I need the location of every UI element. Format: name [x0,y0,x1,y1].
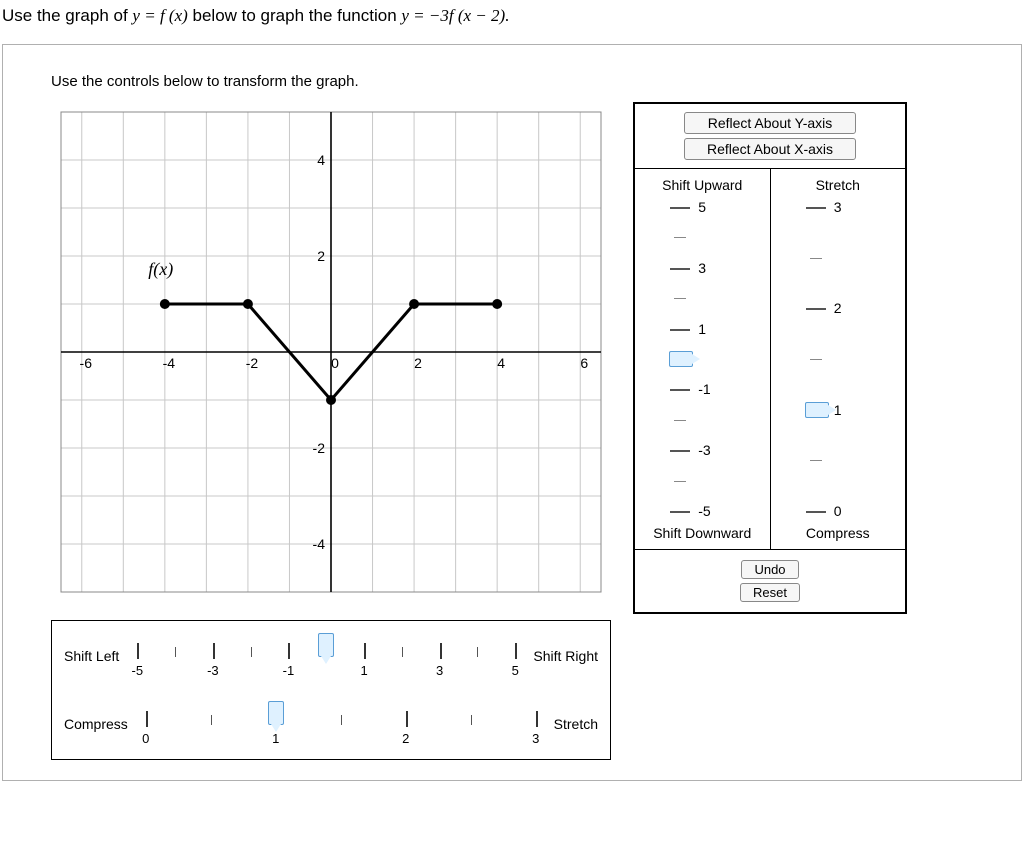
shift-horizontal-slider[interactable]: -5-3-1135 [131,635,521,677]
reflect-x-button[interactable]: Reflect About X-axis [684,138,856,160]
scale-horizontal-row: Compress 0123 Stretch [64,703,598,745]
graph-svg: -6 -4 -2 0 2 4 6 -4 -2 2 4 f(x) [51,102,611,602]
undo-button[interactable]: Undo [741,560,798,579]
reflect-y-button[interactable]: Reflect About Y-axis [684,112,856,134]
svg-text:-6: -6 [80,355,93,371]
shift-upward-label: Shift Upward [639,177,766,193]
slider-knob[interactable] [268,701,284,725]
shift-vertical-slider[interactable]: 531-1-3-5 [662,199,742,519]
svg-text:4: 4 [317,152,325,168]
shift-horizontal-row: Shift Left -5-3-1135 Shift Right [64,635,598,677]
svg-text:2: 2 [414,355,422,371]
svg-text:-4: -4 [163,355,176,371]
widget-panel: Use the controls below to transform the … [2,44,1022,781]
question-part: below to graph the function [193,6,402,25]
svg-text:6: 6 [580,355,588,371]
svg-text:2: 2 [317,248,325,264]
stretch-label: Stretch [554,716,598,732]
slider-knob[interactable] [669,351,693,367]
stretch-vertical-slider[interactable]: 3210 [798,199,878,519]
question-part: Use the graph of [2,6,132,25]
svg-text:f(x): f(x) [148,259,173,280]
compress-vertical-label: Compress [775,525,902,541]
compress-label: Compress [64,716,128,732]
question-math-2: y = −3f (x − 2). [401,6,509,25]
graph-area[interactable]: -6 -4 -2 0 2 4 6 -4 -2 2 4 f(x) [51,102,611,602]
transform-controls: Reflect About Y-axis Reflect About X-axi… [633,102,907,614]
slider-knob[interactable] [318,633,334,657]
svg-text:-4: -4 [313,536,326,552]
shift-right-label: Shift Right [533,648,598,664]
reset-button[interactable]: Reset [740,583,800,602]
panel-instruction: Use the controls below to transform the … [51,73,1011,90]
shift-left-label: Shift Left [64,648,119,664]
svg-text:0: 0 [331,355,339,371]
slider-knob[interactable] [805,402,829,418]
svg-text:-2: -2 [313,440,326,456]
stretch-vertical-label: Stretch [775,177,902,193]
scale-horizontal-slider[interactable]: 0123 [140,703,542,745]
question-math-1: y = f (x) [132,6,187,25]
horizontal-controls: Shift Left -5-3-1135 Shift Right Compres… [51,620,611,760]
shift-downward-label: Shift Downward [639,525,766,541]
question-text: Use the graph of y = f (x) below to grap… [0,0,1024,34]
svg-text:-2: -2 [246,355,259,371]
svg-text:4: 4 [497,355,505,371]
